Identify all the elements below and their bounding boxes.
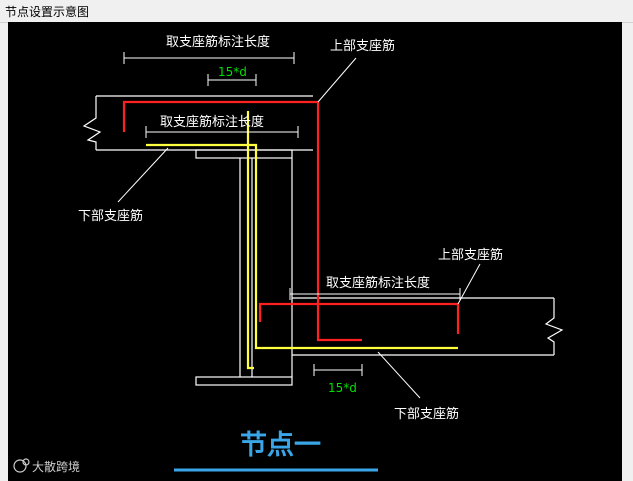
steel-column [195, 149, 293, 386]
top-lower-bar-leader [117, 147, 169, 203]
top-upper-bar-label: 上部支座筋 [330, 38, 395, 54]
bottom-upper-bar-label: 上部支座筋 [438, 247, 503, 263]
top-dim-line [123, 52, 295, 64]
top-dim-label: 取支座筋标注长度 [166, 34, 270, 50]
diagram-canvas: 取支座筋标注长度 15*d 取支座筋标注长度 上部支座筋 下部支座筋 上部支座筋 [8, 22, 622, 481]
top-anchor-label: 15*d [218, 65, 247, 79]
bottom-lower-bar-leader [377, 351, 421, 399]
node-title: 节点一 [240, 430, 321, 461]
bottom-anchor-dim-line [313, 364, 363, 376]
window-titlebar: 节点设置示意图 [0, 0, 633, 23]
bottom-beam [292, 297, 564, 356]
bottom-dim-label: 取支座筋标注长度 [326, 275, 430, 291]
watermark-logo-icon [13, 458, 30, 473]
top-lower-bar-label: 下部支座筋 [78, 208, 143, 224]
upper-support-bars [122, 100, 460, 342]
top-inner-dim-label: 取支座筋标注长度 [160, 114, 264, 130]
watermark-text: 大散跨境 [32, 459, 80, 474]
bottom-anchor-label: 15*d [328, 381, 357, 395]
node-diagram: 取支座筋标注长度 15*d 取支座筋标注长度 上部支座筋 下部支座筋 上部支座筋 [13, 34, 564, 474]
bottom-lower-bar-label: 下部支座筋 [394, 406, 459, 422]
window-title: 节点设置示意图 [5, 5, 90, 19]
top-upper-bar-leader [317, 57, 357, 103]
